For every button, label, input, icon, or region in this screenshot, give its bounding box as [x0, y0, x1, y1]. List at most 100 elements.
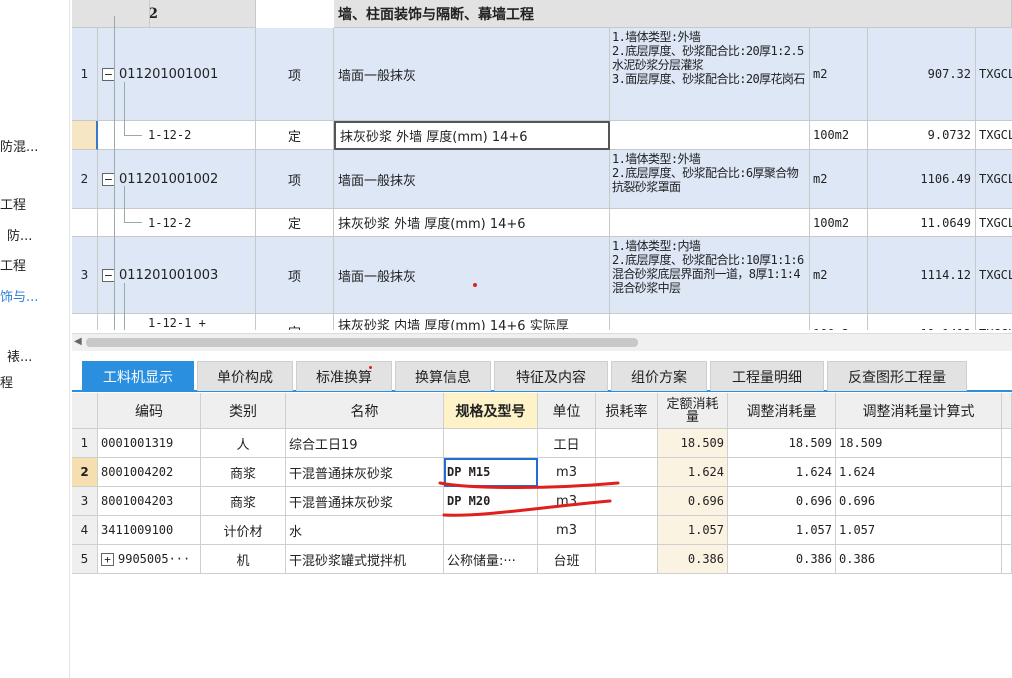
scrollbar-thumb[interactable]: [86, 338, 638, 347]
tab-unit-price-composition[interactable]: 单价构成: [197, 361, 293, 391]
item-features: 1.墙体类型:外墙 2.底层厚度、砂浆配合比:20厚1:2.5水泥砂浆分层灌浆 …: [610, 28, 810, 121]
empty-cell: [1002, 545, 1012, 574]
row-number: 5: [72, 545, 98, 574]
resource-loss-rate[interactable]: [596, 429, 658, 458]
tree-line: [124, 135, 142, 136]
quota-quantity: 11.1412: [868, 314, 976, 330]
header-adjusted-consumption[interactable]: 调整消耗量: [728, 393, 836, 429]
row-number: 3: [72, 487, 98, 516]
resource-adjusted[interactable]: 1.624: [728, 458, 836, 487]
header-code[interactable]: 编码: [98, 393, 201, 429]
resource-unit: 台班: [538, 545, 596, 574]
item-type: 项: [256, 28, 334, 121]
row-number: 1: [72, 429, 98, 458]
horizontal-scrollbar[interactable]: ◀: [72, 333, 1012, 351]
resource-formula[interactable]: 0.386: [836, 545, 1002, 574]
resource-loss-rate[interactable]: [596, 545, 658, 574]
header-name[interactable]: 名称: [286, 393, 444, 429]
expand-toggle-icon[interactable]: +: [101, 552, 114, 566]
sidebar-item[interactable]: 程: [0, 372, 13, 391]
sidebar-item-active[interactable]: 饰与...: [0, 286, 38, 305]
resource-formula[interactable]: 1.624: [836, 458, 1002, 487]
empty-cell: [610, 209, 810, 237]
sidebar-item[interactable]: 工程: [0, 255, 26, 274]
tab-conversion-info[interactable]: 换算信息: [395, 361, 491, 391]
quota-code: 1-12-2: [98, 209, 256, 237]
item-formula: TXGCL: [976, 237, 1012, 314]
left-navigation-panel: 防混... 工程 防... 工程 饰与... 裱... 程: [0, 0, 70, 678]
quota-code: 1-12-1 +: [98, 314, 256, 330]
tab-pricing-scheme[interactable]: 组价方案: [611, 361, 707, 391]
row-number: 4: [72, 516, 98, 545]
resource-name: 干混砂浆罐式搅拌机: [286, 545, 444, 574]
sidebar-item[interactable]: 防...: [7, 225, 32, 244]
quota-formula: TXGCL: [976, 314, 1012, 330]
tab-quantity-detail[interactable]: 工程量明细: [710, 361, 824, 391]
row-number: [72, 121, 98, 150]
resource-category: 机: [201, 545, 286, 574]
empty-cell: [1002, 458, 1012, 487]
resource-grid: 编码 类别 名称 规格及型号 单位 损耗率 定额消耗量 调整消耗量 调整消耗量计…: [72, 393, 1012, 678]
quota-unit: 100m2: [810, 314, 868, 330]
resource-formula[interactable]: 0.696: [836, 487, 1002, 516]
empty-cell: [610, 121, 810, 150]
tree-line: [114, 16, 115, 330]
resource-name: 水: [286, 516, 444, 545]
quota-formula: TXGCL: [976, 121, 1012, 150]
tab-reverse-graphic-quantity[interactable]: 反查图形工程量: [827, 361, 967, 391]
tab-standard-conversion[interactable]: 标准换算: [296, 361, 392, 391]
resource-spec[interactable]: 公称储量:···: [444, 545, 538, 574]
empty-cell: [72, 0, 150, 28]
quota-type: 定: [256, 121, 334, 150]
quota-type: 定: [256, 314, 334, 330]
header-adjusted-formula[interactable]: 调整消耗量计算式: [836, 393, 1002, 429]
item-name: 墙面一般抹灰: [334, 28, 610, 121]
header-loss-rate[interactable]: 损耗率: [596, 393, 658, 429]
item-code-cell: −011201001002: [98, 150, 256, 209]
item-unit: m2: [810, 150, 868, 209]
row-number: 3: [72, 237, 98, 314]
sidebar-item[interactable]: 防混...: [0, 136, 38, 155]
row-number: 2: [72, 458, 98, 487]
row-number: 1: [72, 28, 98, 121]
resource-name: 综合工日19: [286, 429, 444, 458]
resource-adjusted[interactable]: 0.386: [728, 545, 836, 574]
item-type: 项: [256, 237, 334, 314]
item-code: 011201001002: [119, 171, 219, 187]
item-name: 墙面一般抹灰: [334, 237, 610, 314]
header-spec-model[interactable]: 规格及型号: [444, 393, 538, 429]
quota-name[interactable]: 抹灰砂浆 外墙 厚度(mm) 14+6: [334, 121, 610, 150]
header-quota-consumption[interactable]: 定额消耗量: [658, 393, 728, 429]
row-number: [72, 314, 98, 330]
red-underline-mark: [442, 499, 612, 517]
resource-name: 干混普通抹灰砂浆: [286, 487, 444, 516]
quota-quantity: 11.0649: [868, 209, 976, 237]
scroll-left-icon[interactable]: ◀: [74, 336, 82, 347]
sidebar-item[interactable]: 工程: [0, 194, 26, 213]
quota-type: 定: [256, 209, 334, 237]
tree-line: [124, 222, 142, 223]
item-unit: m2: [810, 237, 868, 314]
resource-formula[interactable]: 1.057: [836, 516, 1002, 545]
resource-formula[interactable]: 18.509: [836, 429, 1002, 458]
resource-spec[interactable]: [444, 429, 538, 458]
item-quantity: 1106.49: [868, 150, 976, 209]
item-quantity: 1114.12: [868, 237, 976, 314]
empty-cell: [1002, 487, 1012, 516]
resource-adjusted[interactable]: 18.509: [728, 429, 836, 458]
tab-features-content[interactable]: 特征及内容: [494, 361, 608, 391]
quota-quantity: 9.0732: [868, 121, 976, 150]
resource-category: 商浆: [201, 458, 286, 487]
resource-name: 干混普通抹灰砂浆: [286, 458, 444, 487]
header-unit[interactable]: 单位: [538, 393, 596, 429]
sidebar-item[interactable]: 裱...: [7, 346, 32, 365]
resource-adjusted[interactable]: 1.057: [728, 516, 836, 545]
resource-quota: 1.057: [658, 516, 728, 545]
header-category[interactable]: 类别: [201, 393, 286, 429]
item-name: 墙面一般抹灰: [334, 150, 610, 209]
resource-quota: 1.624: [658, 458, 728, 487]
item-code-cell: −011201001003: [98, 237, 256, 314]
tab-labor-material-machine[interactable]: 工料机显示: [82, 361, 194, 391]
item-quantity: 907.32: [868, 28, 976, 121]
resource-adjusted[interactable]: 0.696: [728, 487, 836, 516]
